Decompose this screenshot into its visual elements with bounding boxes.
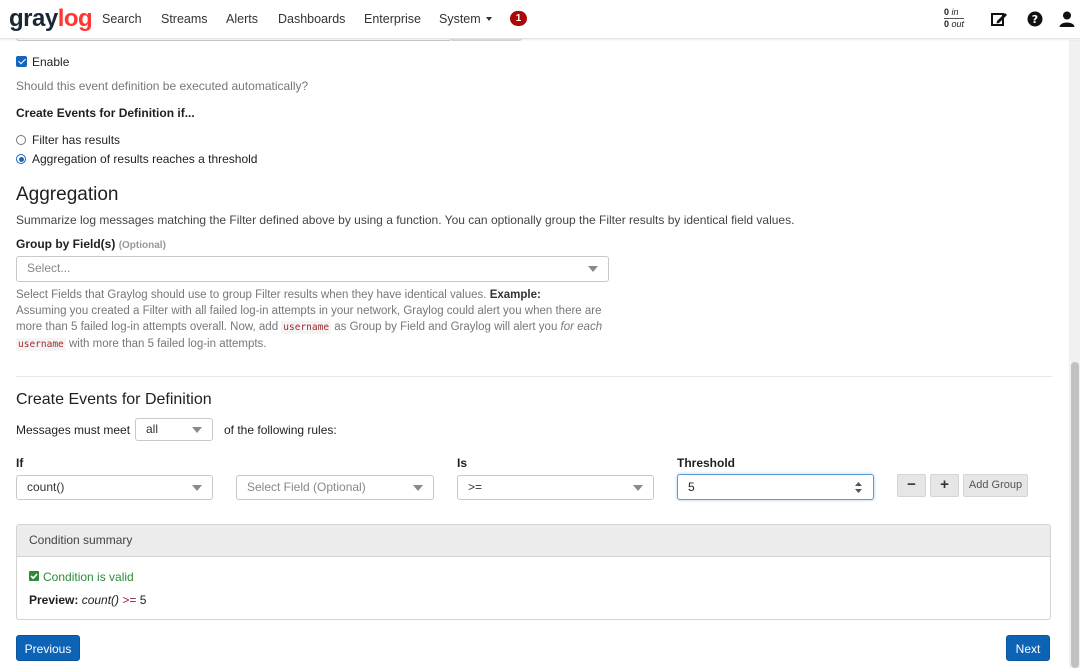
check-square-icon [29,571,39,581]
group-by-placeholder: Select... [27,261,71,275]
match-select[interactable]: all [135,418,213,441]
enable-checkbox[interactable] [16,56,27,67]
operator-select[interactable]: >= [457,475,654,500]
col-threshold-label: Threshold [677,456,736,470]
radio-aggregation-threshold-label[interactable]: Aggregation of results reaches a thresho… [32,152,257,166]
chevron-down-icon [192,427,202,433]
aggregation-description: Summarize log messages matching the Filt… [16,213,795,227]
messages-must-meet-label: Messages must meet [16,423,131,437]
notification-badge[interactable]: 1 [510,11,527,26]
next-button[interactable]: Next [1006,635,1050,661]
nav-system[interactable]: System [439,12,492,26]
group-by-help: Select Fields that Graylog should use to… [16,287,616,353]
logo-text-gray: gray [9,5,58,32]
col-if-label: If [16,456,24,470]
help-line-2: Assuming you created a Filter with all f… [16,305,602,317]
remove-condition-button[interactable]: − [897,474,926,497]
help-code-username: username [281,321,332,334]
radio-filter-has-results[interactable] [16,135,26,145]
condition-valid-text: Condition is valid [43,570,134,584]
chevron-down-icon [413,485,423,491]
throughput-out-value: 0 [944,19,950,29]
throughput-in-label: in [951,7,959,17]
definition-title: Create Events for Definition [16,391,212,408]
help-icon[interactable]: ? [1026,10,1044,28]
nav-alerts[interactable]: Alerts [226,12,258,26]
condition-summary-panel: Condition summary Condition is valid Pre… [16,524,1051,620]
svg-text:?: ? [1032,13,1038,26]
enable-label: Enable [32,55,70,69]
add-group-button[interactable]: Add Group [963,474,1028,497]
nav-system-label: System [439,12,481,26]
field-placeholder: Select Field (Optional) [247,480,366,494]
radio-aggregation-threshold[interactable] [16,154,26,164]
help-line-1: Select Fields that Graylog should use to… [16,289,487,301]
number-spinner-icon[interactable] [854,481,863,494]
match-value: all [146,422,159,436]
condition-preview: Preview: count() >= 5 [29,593,146,607]
help-line-3a: more than 5 failed log-in attempts overa… [16,321,279,333]
user-icon[interactable] [1058,10,1076,28]
nav-streams[interactable]: Streams [161,12,208,26]
edit-icon[interactable] [990,10,1008,28]
logo-text-log: log [57,5,93,32]
throughput-in-value: 0 [944,7,950,17]
section-divider [16,376,1052,377]
preview-func: count() [81,593,120,607]
throughput-indicator[interactable]: 0 in 0 out [944,7,965,30]
preview-operator: >= [122,593,137,607]
chevron-down-icon [633,485,643,491]
condition-summary-title: Condition summary [29,533,133,547]
enable-help-text: Should this event definition be executed… [16,79,309,93]
previous-button[interactable]: Previous [16,635,80,661]
help-line-3-em: for each [560,321,603,333]
threshold-input[interactable]: 5 [677,474,874,500]
nav-dashboards[interactable]: Dashboards [278,12,345,26]
group-by-label-wrap: Group by Field(s) (Optional) [16,237,166,251]
graylog-logo[interactable]: graylog [9,5,93,33]
preview-label: Preview: [29,593,79,607]
condition-summary-header: Condition summary [17,525,1050,557]
chevron-down-icon [485,17,492,21]
group-by-label: Group by Field(s) [16,237,116,251]
preview-value: 5 [139,593,147,607]
of-following-rules-label: of the following rules: [224,423,337,437]
group-by-select[interactable]: Select... [16,256,609,282]
chevron-down-icon [192,485,202,491]
col-is-label: Is [457,456,468,470]
help-code-username-2: username [16,338,66,351]
group-by-optional: (Optional) [118,240,166,251]
aggregation-title: Aggregation [16,184,119,205]
help-line-4: with more than 5 failed log-in attempts. [68,338,267,350]
radio-filter-has-results-label[interactable]: Filter has results [32,133,120,147]
help-example-label: Example: [489,289,541,301]
function-value: count() [27,480,65,494]
top-navbar: graylog Search Streams Alerts Dashboards… [0,0,1080,39]
nav-search[interactable]: Search [102,12,142,26]
nav-enterprise[interactable]: Enterprise [364,12,421,26]
field-select[interactable]: Select Field (Optional) [236,475,434,500]
scrollbar-thumb[interactable] [1071,362,1079,668]
add-condition-button[interactable]: + [930,474,959,497]
throughput-out-label: out [951,19,965,29]
operator-value: >= [468,480,483,494]
function-select[interactable]: count() [16,475,213,500]
chevron-down-icon [588,266,598,272]
help-line-3b: as Group by Field and Graylog will alert… [334,321,558,333]
create-events-if-label: Create Events for Definition if... [16,106,195,120]
threshold-value: 5 [688,480,695,494]
